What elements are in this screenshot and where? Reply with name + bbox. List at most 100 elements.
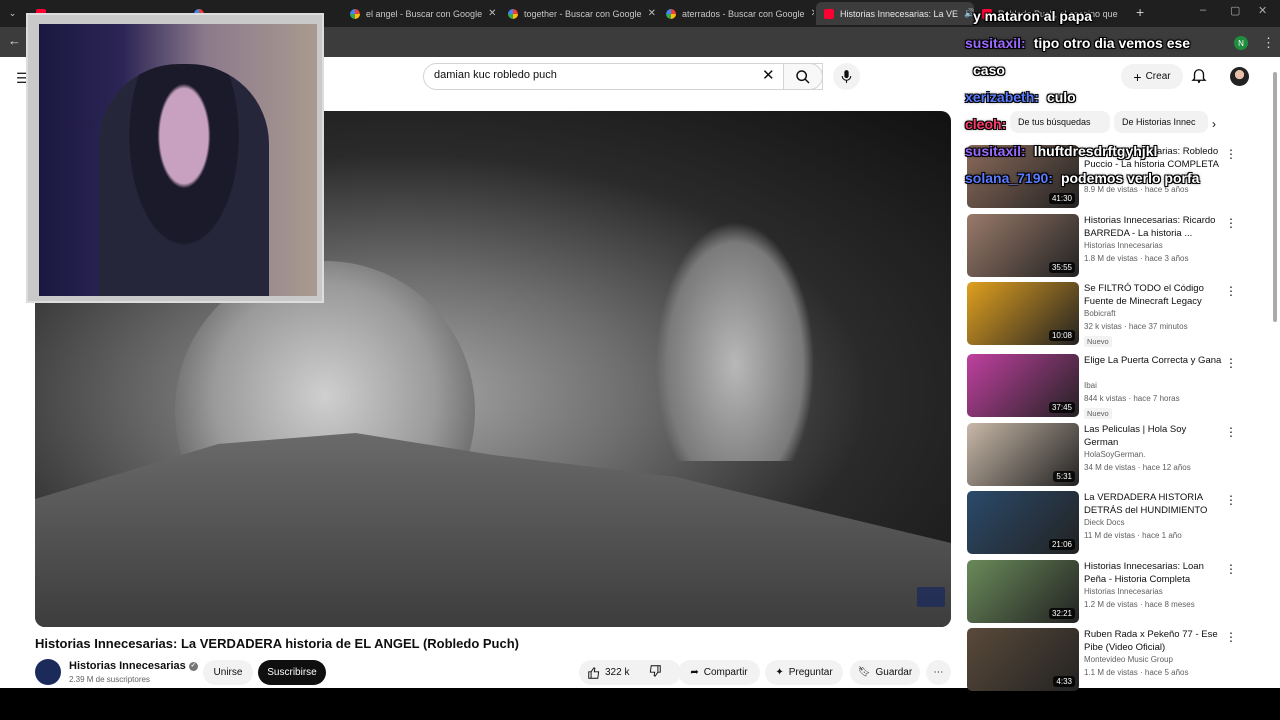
close-tab-icon[interactable]: ✕ [811,8,814,19]
recommendation-title[interactable]: Se FILTRÓ TODO el Código Fuente de Minec… [1084,282,1222,308]
recommendation-meta: 1.8 M de vistas · hace 3 años [1084,254,1189,263]
profile-avatar[interactable]: N [1234,36,1248,50]
channel-watermark[interactable] [917,587,945,607]
chat-message: xerizabeth: culo [965,89,1076,105]
more-vertical-icon[interactable]: ⋮ [1225,425,1237,439]
more-vertical-icon[interactable]: ⋮ [1225,216,1237,230]
chat-message: y mataron al papa [965,8,1092,24]
video-thumbnail[interactable]: 21:06 [967,491,1079,554]
channel-name[interactable]: Historias Innecesarias ✓ [69,660,198,672]
new-badge: Nuevo [1084,408,1112,419]
recommendation-item[interactable]: 4:33 Ruben Rada x Pekeño 77 - Ese Pibe (V… [967,628,1267,692]
share-button[interactable]: ➦ Compartir [678,660,760,685]
more-vertical-icon[interactable]: ⋮ [1225,630,1237,644]
recommendation-title[interactable]: Ruben Rada x Pekeño 77 - Ese Pibe (Video… [1084,628,1222,654]
recommendation-meta: 1.1 M de vistas · hace 5 años [1084,668,1189,677]
more-vertical-icon[interactable]: ⋮ [1225,284,1237,298]
tab-label: aterrados - Buscar con Google [682,8,805,19]
scrollbar-thumb[interactable] [1273,72,1277,322]
back-arrow-icon[interactable]: ← [8,33,21,48]
video-thumbnail[interactable]: 35:55 [967,214,1079,277]
chat-message: solana_7190: podemos verlo porfa [965,170,1199,186]
channel-name-text[interactable]: Historias Innecesarias [69,660,186,672]
recommendation-title[interactable]: Las Peliculas | Hola Soy German [1084,423,1222,449]
notifications-button[interactable] [1190,66,1208,89]
video-title: Historias Innecesarias: La VERDADERA his… [35,636,519,651]
recommendation-channel[interactable]: Montevideo Music Group [1084,655,1173,664]
chat-message: caso [965,62,1005,78]
recommendation-title[interactable]: Historias Innecesarias: Ricardo BARREDA … [1084,214,1222,240]
recommendation-item[interactable]: 35:55 Historias Innecesarias: Ricardo BAR… [967,214,1267,278]
maximize-icon[interactable]: ▢ [1230,4,1240,17]
recommendation-item[interactable]: 10:08 Se FILTRÓ TODO el Código Fuente de … [967,282,1267,347]
like-dislike-group: 322 k [579,660,681,685]
like-button[interactable]: 322 k [587,666,629,680]
search-button[interactable] [783,63,823,90]
video-duration: 21:06 [1048,539,1075,550]
chip-from-searches[interactable]: De tus búsquedas [1010,111,1110,133]
search-input[interactable]: damian kuc robledo puch [434,69,557,81]
like-count: 322 k [605,667,630,678]
ask-button[interactable]: ✦ Preguntar [765,660,843,685]
recommendation-meta: 11 M de vistas · hace 1 año [1084,531,1182,540]
bell-icon [1191,69,1207,83]
chevron-right-icon[interactable]: › [1212,117,1216,131]
recommendation-channel[interactable]: Historias Innecesarias [1084,241,1163,250]
more-vertical-icon[interactable]: ⋮ [1225,562,1237,576]
video-thumbnail[interactable]: 32:21 [967,560,1079,623]
share-icon: ➦ [690,667,699,678]
channel-avatar[interactable] [35,659,61,685]
tab-label: el angel - Buscar con Google [366,8,483,19]
more-vertical-icon[interactable]: ⋮ [1225,356,1237,370]
recommendation-title[interactable]: Historias Innecesarias: Loan Peña - Hist… [1084,560,1222,586]
video-thumbnail[interactable]: 10:08 [967,282,1079,345]
subscribe-button[interactable]: Suscribirse [258,660,326,685]
more-vertical-icon[interactable]: ⋮ [1225,147,1237,161]
recommendation-channel[interactable]: Ibai [1084,381,1097,390]
video-thumbnail[interactable]: 5:31 [967,423,1079,486]
account-avatar[interactable] [1230,67,1249,86]
recommendation-channel[interactable]: Historias Innecesarias [1084,587,1163,596]
recommendation-channel[interactable]: Dieck Docs [1084,518,1124,527]
recommendation-meta: 32 k vistas · hace 37 minutos [1084,322,1188,331]
browser-tab-6[interactable]: Historias Innecesarias: La VE 🔊 ✕ [816,2,974,25]
voice-search-button[interactable] [833,63,860,90]
chip-from-channel[interactable]: De Historias Innec [1114,111,1208,133]
chat-text: lhuftdresdrftgyhjkl [1033,143,1158,159]
recommendation-meta: 844 k vistas · hace 7 horas [1084,394,1180,403]
video-duration: 35:55 [1048,262,1075,273]
recommendation-item[interactable]: 21:06 La VERDADERA HISTORIA DETRÁS del HU… [967,491,1267,555]
save-label: Guardar [875,667,913,678]
recommendation-item[interactable]: 32:21 Historias Innecesarias: Loan Peña -… [967,560,1267,624]
new-tab-button[interactable]: + [1136,4,1144,20]
plus-icon: + [1133,68,1142,85]
create-button[interactable]: + Crear [1121,64,1183,89]
clear-search-icon[interactable]: ✕ [762,66,775,84]
recommendation-title[interactable]: La VERDADERA HISTORIA DETRÁS del HUNDIMI… [1084,491,1222,518]
video-thumbnail[interactable]: 4:33 [967,628,1079,691]
dislike-button[interactable] [648,664,662,681]
video-duration: 41:30 [1048,193,1075,204]
browser-tab-3[interactable]: el angel - Buscar con Google ✕ [342,2,498,25]
close-tab-icon[interactable]: ✕ [488,8,496,19]
tab-label: Historias Innecesarias: La VE [840,8,959,19]
close-tab-icon[interactable]: ✕ [648,8,656,19]
more-vertical-icon[interactable]: ⋮ [1225,493,1237,507]
minimize-icon[interactable]: – [1200,4,1206,16]
browser-menu-icon[interactable]: ⋮ [1262,35,1275,51]
chat-text: y mataron al papa [973,8,1093,24]
webcam-feed [39,24,317,296]
recommendation-item[interactable]: 5:31 Las Peliculas | Hola Soy German HolaS… [967,423,1267,487]
browser-tab-4[interactable]: together - Buscar con Google ✕ [500,2,656,25]
close-window-icon[interactable]: ✕ [1258,4,1267,17]
join-button[interactable]: Unirse [203,660,253,685]
save-button[interactable]: 🔖︎ Guardar [850,660,920,685]
recommendation-item[interactable]: 37:45 Elige La Puerta Correcta y Gana Ibai… [967,354,1267,419]
video-thumbnail[interactable]: 37:45 [967,354,1079,417]
tab-search-button[interactable]: ⌄ [4,5,21,22]
recommendation-title[interactable]: Elige La Puerta Correcta y Gana [1084,354,1222,367]
more-actions-button[interactable]: ⋯ [926,660,951,685]
recommendation-channel[interactable]: Bobicraft [1084,309,1116,318]
recommendation-channel[interactable]: HolaSoyGerman. [1084,450,1145,459]
browser-tab-5[interactable]: aterrados - Buscar con Google ✕ [658,2,814,25]
